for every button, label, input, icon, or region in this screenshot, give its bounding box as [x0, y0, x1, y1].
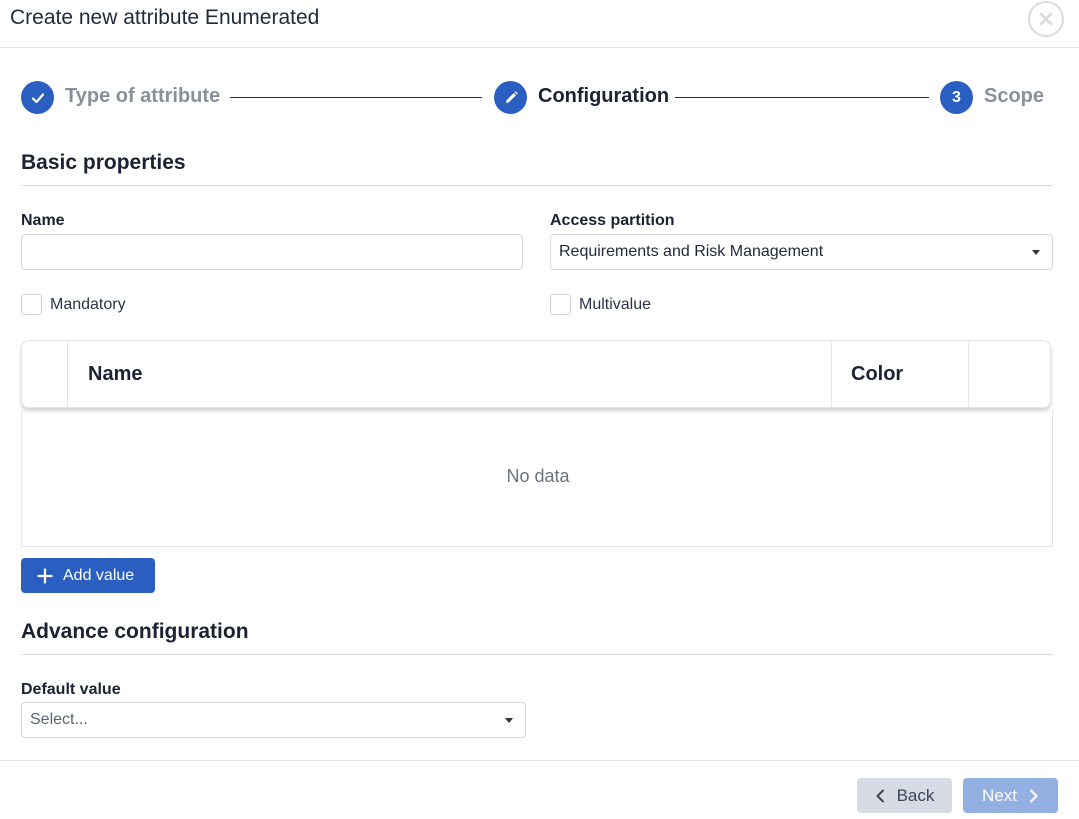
plus-icon: [37, 567, 53, 584]
chevron-down-icon: [1032, 250, 1040, 255]
step-1-label: Type of attribute: [65, 85, 221, 107]
next-button[interactable]: Next: [963, 778, 1058, 813]
step-connector-1: [230, 97, 482, 98]
default-value-placeholder: Select...: [30, 711, 88, 728]
advance-configuration-title: Advance configuration: [21, 620, 249, 643]
default-value-select[interactable]: Select...: [21, 702, 526, 738]
default-value-label: Default value: [21, 681, 121, 698]
wizard-stepper: Type of attribute Configuration 3 Scope: [21, 80, 1061, 114]
footer-divider: [0, 760, 1079, 761]
table-body: No data: [21, 410, 1053, 547]
access-partition-select[interactable]: Requirements and Risk Management: [550, 234, 1053, 270]
multivalue-checkbox[interactable]: [550, 294, 571, 315]
next-label: Next: [982, 785, 1017, 805]
column-header-name[interactable]: Name: [68, 341, 832, 407]
access-partition-value: Requirements and Risk Management: [559, 243, 824, 260]
advance-configuration-divider: [21, 654, 1053, 655]
mandatory-label: Mandatory: [50, 295, 126, 313]
multivalue-row: Multivalue: [550, 294, 651, 315]
values-table: Name Color No data: [21, 340, 1053, 547]
step-3-number: 3: [940, 81, 973, 114]
table-header: Name Color: [21, 340, 1051, 408]
multivalue-label: Multivalue: [579, 295, 652, 313]
step-2-label: Configuration: [538, 85, 670, 107]
dialog-title: Create new attribute Enumerated: [10, 6, 320, 29]
chevron-down-icon: [505, 718, 513, 723]
basic-properties-title: Basic properties: [21, 151, 186, 174]
add-value-label: Add value: [63, 566, 135, 584]
name-input[interactable]: [21, 234, 523, 270]
empty-state-text: No data: [506, 466, 570, 486]
chevron-left-icon: [876, 789, 884, 802]
basic-properties-divider: [21, 185, 1053, 186]
back-button[interactable]: Back: [857, 778, 952, 813]
column-selector-header: [22, 341, 68, 407]
dialog-header: Create new attribute Enumerated: [0, 0, 1079, 48]
name-field-label: Name: [21, 212, 65, 229]
column-header-color[interactable]: Color: [832, 341, 969, 407]
column-actions-header: [969, 341, 1051, 407]
close-button[interactable]: [1028, 1, 1064, 37]
close-icon: [1039, 12, 1053, 26]
step-connector-2: [675, 97, 929, 98]
step-3-label: Scope: [984, 85, 1045, 107]
access-partition-label: Access partition: [550, 212, 675, 229]
add-value-button[interactable]: Add value: [21, 558, 155, 593]
chevron-right-icon: [1029, 789, 1038, 802]
step-2-pencil-icon: [494, 81, 527, 114]
step-1-check-icon: [21, 81, 54, 114]
mandatory-row: Mandatory: [21, 294, 126, 315]
back-label: Back: [896, 785, 935, 805]
mandatory-checkbox[interactable]: [21, 294, 42, 315]
